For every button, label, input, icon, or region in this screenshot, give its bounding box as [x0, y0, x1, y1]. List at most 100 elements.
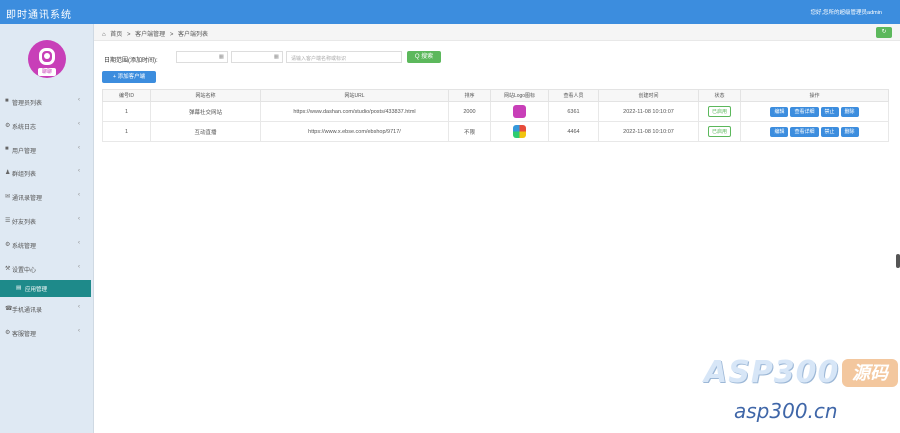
breadcrumb-home[interactable]: 首页 — [110, 32, 122, 38]
chevron-left-icon: ‹ — [78, 239, 80, 246]
sidebar-menu: ■ 管理员列表 ‹ ⚙ 系统日志 ‹ ■ 用户管理 ‹ ♟ 群组列表 ‹ ✉ 通… — [0, 90, 94, 345]
sidebar-item-label: 设置中心 — [12, 267, 37, 274]
cell-created: 2022-11-08 10:10:07 — [598, 121, 699, 142]
cell-sort: 不限 — [448, 121, 491, 142]
top-bar: 即时通讯系统 您好,您所的超级管理员admin — [0, 0, 900, 24]
date-to-input[interactable]: ▦ — [231, 51, 283, 63]
sidebar-item-label: 管理员列表 — [12, 101, 43, 107]
chevron-left-icon: ‹ — [78, 144, 80, 151]
add-client-button[interactable]: + 添加客户端 — [102, 71, 156, 83]
site-logo-icon — [513, 105, 526, 118]
refresh-button[interactable]: ↻ — [876, 27, 892, 38]
users-icon: ♟ — [5, 170, 11, 177]
breadcrumb: ⌂ 首页 > 客户端管理 > 客户端列表 — [102, 29, 211, 38]
clients-table: 编号ID 网站名称 网站URL 排序 网站Logo图标 查看人员 创建时间 状态… — [102, 89, 889, 142]
status-badge[interactable]: 已启用 — [707, 126, 731, 137]
breadcrumb-separator: > — [169, 32, 174, 38]
service-icon: ⚙ — [5, 330, 11, 337]
sidebar-item-service[interactable]: ⚙ 客服管理 ‹ — [0, 321, 94, 345]
cell-id: 1 — [102, 121, 151, 142]
watermark-box: 源码 — [842, 359, 898, 387]
edit-button[interactable]: 编辑 — [770, 126, 789, 137]
status-badge[interactable]: 已启用 — [707, 106, 731, 117]
avatar[interactable]: 聊聊 — [28, 40, 66, 78]
header-name: 网站名称 — [150, 89, 261, 102]
watermark: ASP300 源码 asp300.cn — [704, 355, 900, 433]
home-icon[interactable]: ⌂ — [102, 32, 106, 38]
sidebar-item-label: 系统管理 — [12, 243, 37, 250]
sidebar-item-friends[interactable]: ☰ 好友列表 ‹ — [0, 209, 94, 233]
breadcrumb-separator: > — [126, 32, 131, 38]
chevron-left-icon: ‹ — [78, 168, 80, 175]
header-url: 网站URL — [260, 89, 449, 102]
sidebar-item-system[interactable]: ⚙ 系统管理 ‹ — [0, 233, 94, 257]
sidebar-item-settings[interactable]: ⚒ 设置中心 ‹ — [0, 257, 94, 281]
sidebar: 聊聊 ■ 管理员列表 ‹ ⚙ 系统日志 ‹ ■ 用户管理 ‹ ♟ 群组列表 ‹ … — [0, 24, 94, 433]
date-range-label: 日期范围(添加时间): — [104, 58, 158, 64]
search-button[interactable]: Q 搜索 — [407, 51, 441, 63]
sidebar-item-admins[interactable]: ■ 管理员列表 ‹ — [0, 90, 94, 114]
chevron-left-icon: ‹ — [78, 328, 80, 335]
sidebar-item-label: 好友列表 — [12, 219, 37, 226]
gear-icon: ⚙ — [5, 241, 11, 248]
breadcrumb-bar: ⌂ 首页 > 客户端管理 > 客户端列表 ↻ — [94, 24, 900, 41]
sidebar-item-phonebook[interactable]: ☎ 手机通讯录 ‹ — [0, 297, 94, 321]
cell-sort: 2000 — [448, 101, 491, 122]
user-icon: ■ — [5, 98, 9, 104]
sidebar-subitem-label: 应用管理 — [25, 287, 48, 294]
avatar-eye-icon — [44, 53, 50, 59]
cell-viewers: 6361 — [548, 101, 599, 122]
sidebar-item-logs[interactable]: ⚙ 系统日志 ‹ — [0, 114, 94, 138]
user-icon: ■ — [5, 145, 9, 152]
calendar-icon: ▦ — [273, 54, 279, 60]
scrollbar-handle[interactable] — [896, 254, 900, 268]
table-header-row: 编号ID 网站名称 网站URL 排序 网站Logo图标 查看人员 创建时间 状态… — [102, 89, 889, 102]
header-viewers: 查看人员 — [548, 89, 599, 102]
cell-viewers: 4464 — [548, 121, 599, 142]
cell-logo — [490, 101, 549, 122]
sidebar-item-contacts[interactable]: ✉ 通讯录管理 ‹ — [0, 185, 94, 209]
table-row: 1 弹幕社交网站 https://www.dashan.com/studio/p… — [102, 101, 889, 122]
cell-actions: 编辑 查看详细 禁止 删除 — [740, 101, 889, 122]
view-detail-button[interactable]: 查看详细 — [790, 106, 819, 117]
breadcrumb-current: 客户端列表 — [178, 32, 209, 38]
sidebar-item-label: 用户管理 — [12, 148, 37, 155]
sidebar-item-label: 客服管理 — [12, 332, 37, 339]
gear-icon: ⚙ — [5, 122, 11, 129]
view-detail-button[interactable]: 查看详细 — [790, 126, 819, 137]
edit-button[interactable]: 编辑 — [770, 106, 789, 117]
cell-name: 弹幕社交网站 — [150, 101, 261, 122]
delete-button[interactable]: 删除 — [840, 126, 859, 137]
user-greeting[interactable]: 您好,您所的超级管理员admin — [810, 8, 882, 16]
watermark-sub: asp300.cn — [734, 399, 838, 423]
date-from-input[interactable]: ▦ — [176, 51, 228, 63]
chevron-down-icon: ‹ — [78, 263, 80, 270]
sidebar-subitem-apps[interactable]: ▤ 应用管理 — [0, 280, 91, 298]
sidebar-item-label: 通讯录管理 — [12, 196, 43, 203]
list-icon: ☰ — [5, 217, 11, 224]
header-created: 创建时间 — [598, 89, 699, 102]
header-id: 编号ID — [102, 89, 151, 102]
contacts-icon: ✉ — [5, 194, 11, 201]
app-icon: ▤ — [16, 285, 22, 292]
cell-url[interactable]: https://www.dashan.com/studio/posts/4338… — [260, 101, 449, 122]
disable-button[interactable]: 禁止 — [820, 106, 839, 117]
sidebar-item-users[interactable]: ■ 用户管理 ‹ — [0, 138, 94, 162]
chevron-left-icon: ‹ — [78, 215, 80, 222]
disable-button[interactable]: 禁止 — [820, 126, 839, 137]
chevron-left-icon: ‹ — [78, 304, 80, 311]
site-logo-icon — [513, 125, 526, 138]
header-logo: 网站Logo图标 — [490, 89, 549, 102]
cell-status: 已启用 — [698, 101, 741, 122]
sidebar-item-label: 系统日志 — [12, 124, 37, 131]
table-row: 1 互动直播 https://www.x.ebse.com/ebshop/971… — [102, 121, 889, 142]
chevron-left-icon: ‹ — [78, 120, 80, 127]
avatar-tag: 聊聊 — [38, 68, 56, 76]
cell-url[interactable]: https://www.x.ebse.com/ebshop/9717/ — [260, 121, 449, 142]
sidebar-item-groups[interactable]: ♟ 群组列表 ‹ — [0, 161, 94, 185]
cell-logo — [490, 121, 549, 142]
delete-button[interactable]: 删除 — [840, 106, 859, 117]
search-input[interactable]: 请输入客户端名称或标识 — [286, 51, 402, 63]
breadcrumb-clients[interactable]: 客户端管理 — [135, 32, 165, 38]
cell-name: 互动直播 — [150, 121, 261, 142]
